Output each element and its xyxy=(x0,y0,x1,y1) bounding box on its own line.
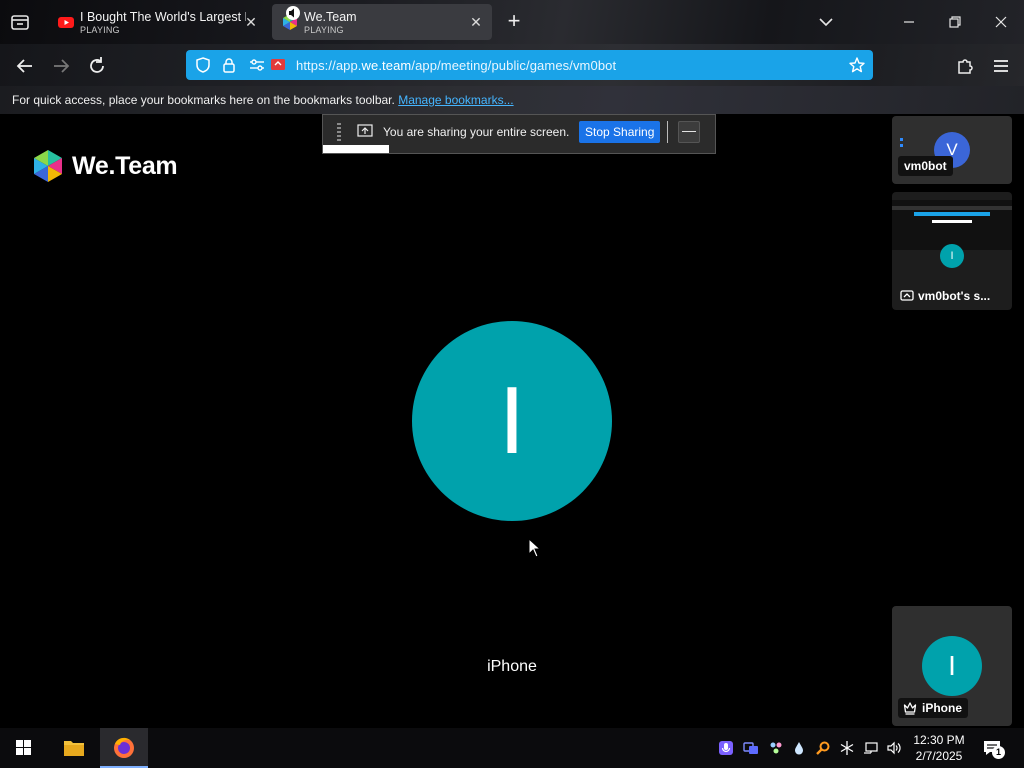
participant-name: vm0bot xyxy=(898,156,953,176)
extensions-puzzle-icon[interactable] xyxy=(952,53,978,79)
tab-weteam[interactable]: We.Team PLAYING ✕ xyxy=(272,4,492,40)
start-windows-icon[interactable] xyxy=(0,728,48,768)
shield-icon[interactable] xyxy=(194,56,212,74)
tab-list-icon[interactable] xyxy=(8,10,32,34)
screen-share-icon xyxy=(900,289,914,306)
divider xyxy=(667,121,668,143)
audio-level-indicator xyxy=(900,138,903,150)
close-window-button[interactable] xyxy=(989,10,1013,34)
address-bar[interactable]: https://app.we.team/app/meeting/public/g… xyxy=(186,50,873,80)
weteam-logo-icon xyxy=(30,148,66,189)
bookmark-star-icon[interactable] xyxy=(848,56,866,74)
stop-sharing-button[interactable]: Stop Sharing xyxy=(579,121,661,143)
tab-title: I Bought The World's Largest M xyxy=(80,10,246,24)
participant-tile-screen-share[interactable]: I vm0bot's s... xyxy=(892,192,1012,310)
share-bar-edge xyxy=(323,145,389,153)
minimize-window-button[interactable] xyxy=(897,10,921,34)
bookmarks-toolbar: For quick access, place your bookmarks h… xyxy=(0,86,1024,114)
permissions-icon[interactable] xyxy=(248,56,266,74)
tab-status: PLAYING xyxy=(80,25,120,35)
sharing-message: You are sharing your entire screen. xyxy=(383,125,570,139)
active-speaker-avatar: I xyxy=(412,321,612,521)
tab-status: PLAYING xyxy=(304,25,344,35)
tab-youtube[interactable]: I Bought The World's Largest M PLAYING ✕ xyxy=(48,4,264,40)
tab-bar: I Bought The World's Largest M PLAYING ✕… xyxy=(0,0,1024,44)
file-explorer-icon[interactable] xyxy=(50,728,98,768)
volume-icon[interactable] xyxy=(886,740,902,756)
back-arrow-icon[interactable] xyxy=(12,53,38,79)
participant-name: iPhone xyxy=(898,698,969,718)
clock-date: 2/7/2025 xyxy=(915,749,963,763)
people-icon[interactable] xyxy=(768,740,784,756)
mouse-cursor-icon xyxy=(528,537,542,558)
screen-share-notification-bar: You are sharing your entire screen. Stop… xyxy=(322,114,716,154)
microphone-icon[interactable] xyxy=(718,740,734,756)
teams-chat-icon[interactable] xyxy=(743,740,759,756)
url-text[interactable]: https://app.we.team/app/meeting/public/g… xyxy=(296,58,616,73)
clock-time: 12:30 PM xyxy=(913,733,965,747)
active-speaker-name: iPhone xyxy=(487,658,537,675)
new-tab-button[interactable]: + xyxy=(502,10,526,34)
notification-center-icon[interactable]: 1 xyxy=(982,738,1005,759)
snowflake-icon[interactable] xyxy=(839,740,855,756)
lock-icon[interactable] xyxy=(220,56,238,74)
system-clock[interactable]: 12:30 PM 2/7/2025 xyxy=(910,732,968,764)
forward-arrow-icon[interactable] xyxy=(48,53,74,79)
meeting-area: We.Team You are sharing your entire scre… xyxy=(0,114,1024,728)
avatar: I xyxy=(940,244,964,268)
screen: I Bought The World's Largest M PLAYING ✕… xyxy=(0,0,1024,768)
restore-window-button[interactable] xyxy=(943,10,967,34)
screen-share-thumbnail xyxy=(892,200,1012,250)
share-screen-icon xyxy=(357,123,373,139)
navigation-toolbar: https://app.we.team/app/meeting/public/g… xyxy=(0,44,1024,86)
bookmarks-hint: For quick access, place your bookmarks h… xyxy=(12,93,514,107)
tab-overflow-chevron-icon[interactable] xyxy=(814,10,838,34)
participant-tile-vm0bot[interactable]: V vm0bot xyxy=(892,116,1012,184)
close-tab-icon[interactable]: ✕ xyxy=(242,13,260,31)
crown-icon xyxy=(903,701,917,718)
tab-title: We.Team xyxy=(304,10,357,24)
screen-share-indicator-icon[interactable] xyxy=(269,56,287,74)
notification-count-badge: 1 xyxy=(992,746,1005,759)
avatar: I xyxy=(922,636,982,696)
close-tab-icon[interactable]: ✕ xyxy=(467,13,485,31)
search-magnifier-icon[interactable] xyxy=(815,740,831,756)
manage-bookmarks-link[interactable]: Manage bookmarks... xyxy=(398,93,513,107)
network-icon[interactable] xyxy=(863,740,879,756)
minimize-share-bar-button[interactable]: — xyxy=(678,121,700,143)
drag-handle-icon[interactable] xyxy=(337,123,341,143)
logo-text: We.Team xyxy=(72,152,178,180)
firefox-icon[interactable] xyxy=(100,728,148,768)
youtube-icon xyxy=(58,14,74,30)
reload-icon[interactable] xyxy=(84,53,110,79)
participant-name: vm0bot's s... xyxy=(896,286,996,306)
windows-taskbar: 12:30 PM 2/7/2025 1 xyxy=(0,728,1024,768)
participant-tile-iphone[interactable]: I iPhone xyxy=(892,606,1012,726)
menu-hamburger-icon[interactable] xyxy=(988,53,1014,79)
speaker-icon[interactable] xyxy=(286,6,300,20)
water-drop-icon[interactable] xyxy=(791,740,807,756)
